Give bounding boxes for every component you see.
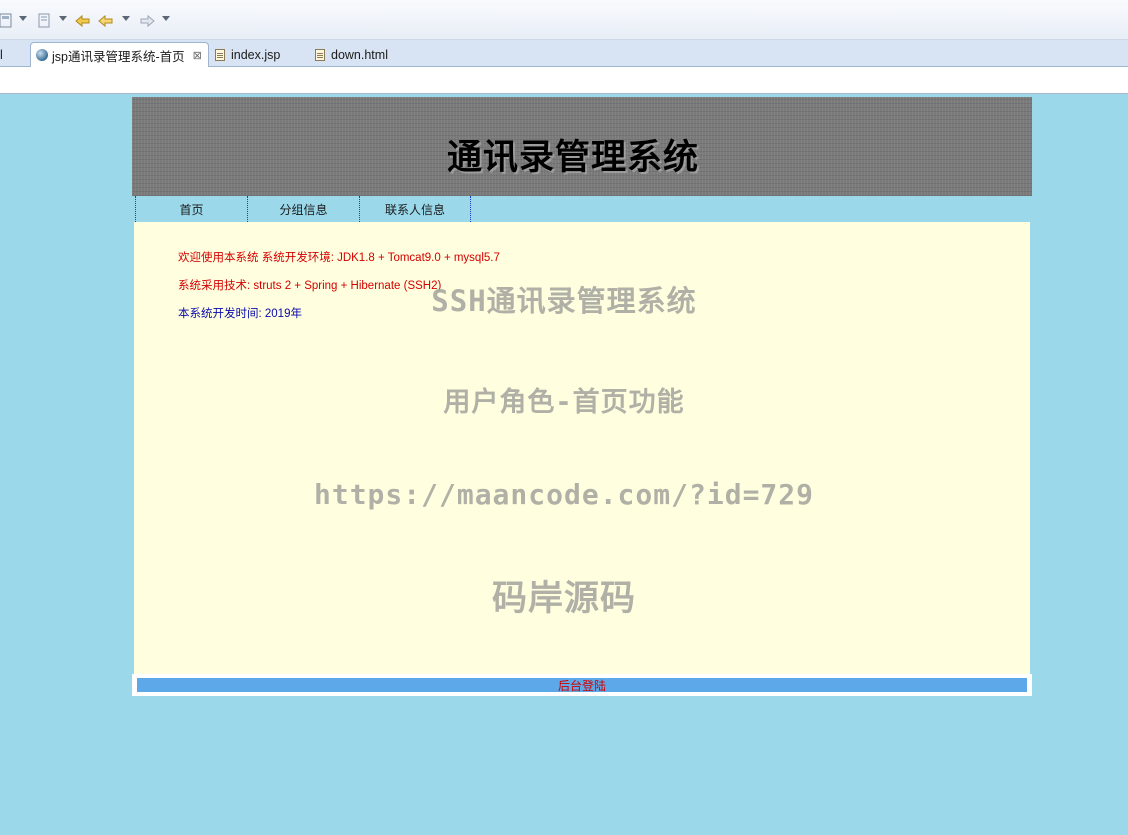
- web-page: 通讯录管理系统 首页 分组信息 联系人信息 欢迎使用本系统 系统开发环境: JD…: [132, 97, 1032, 696]
- footer: 后台登陆: [132, 674, 1032, 696]
- nav-item-contacts[interactable]: 联系人信息: [359, 196, 471, 222]
- save-icon[interactable]: [0, 12, 12, 30]
- globe-icon: [36, 49, 48, 61]
- editor-tab-bar: l jsp通讯录管理系统-首页 ⊠ index.jsp down.html: [0, 40, 1128, 67]
- chevron-down-icon[interactable]: [19, 16, 27, 21]
- file-icon: [315, 48, 325, 61]
- nav-item-home[interactable]: 首页: [135, 196, 247, 222]
- last-edit-icon[interactable]: [74, 12, 92, 30]
- tab-label: jsp通讯录管理系统-首页: [52, 49, 185, 64]
- tab-down-html[interactable]: down.html: [315, 42, 388, 67]
- chevron-down-icon[interactable]: [122, 16, 130, 21]
- watermark-url: https://maancode.com/?id=729: [313, 478, 814, 511]
- back-arrow-icon[interactable]: [97, 12, 115, 30]
- watermark-title: SSH通讯录管理系统: [431, 284, 697, 318]
- banner-title: 通讯录管理系统: [447, 138, 700, 178]
- address-bar[interactable]: [0, 67, 1128, 94]
- watermark-subtitle: 用户角色-首页功能: [443, 387, 685, 418]
- watermark-brand: 码岸源码: [491, 579, 636, 619]
- ide-toolbar: [0, 0, 1128, 40]
- tab-label: index.jsp: [231, 47, 281, 62]
- forward-arrow-icon[interactable]: [138, 12, 156, 30]
- banner: 通讯录管理系统: [132, 97, 1032, 196]
- main-nav: 首页 分组信息 联系人信息: [132, 196, 1032, 222]
- nav-item-groups[interactable]: 分组信息: [247, 196, 359, 222]
- welcome-line: 欢迎使用本系统 系统开发环境: JDK1.8 + Tomcat9.0 + mys…: [178, 252, 500, 264]
- tab-label: down.html: [331, 47, 388, 62]
- tab-browser-home[interactable]: jsp通讯录管理系统-首页 ⊠: [30, 42, 209, 67]
- tab-stub[interactable]: l: [0, 42, 3, 67]
- file-icon: [215, 48, 225, 61]
- tab-index-jsp[interactable]: index.jsp: [215, 42, 280, 67]
- admin-login-link[interactable]: 后台登陆: [558, 677, 606, 694]
- chevron-down-icon[interactable]: [59, 16, 67, 21]
- footer-bar: 后台登陆: [137, 677, 1027, 694]
- bookmark-icon[interactable]: [38, 12, 52, 30]
- close-icon[interactable]: ⊠: [193, 49, 202, 62]
- chevron-down-icon[interactable]: [162, 16, 170, 21]
